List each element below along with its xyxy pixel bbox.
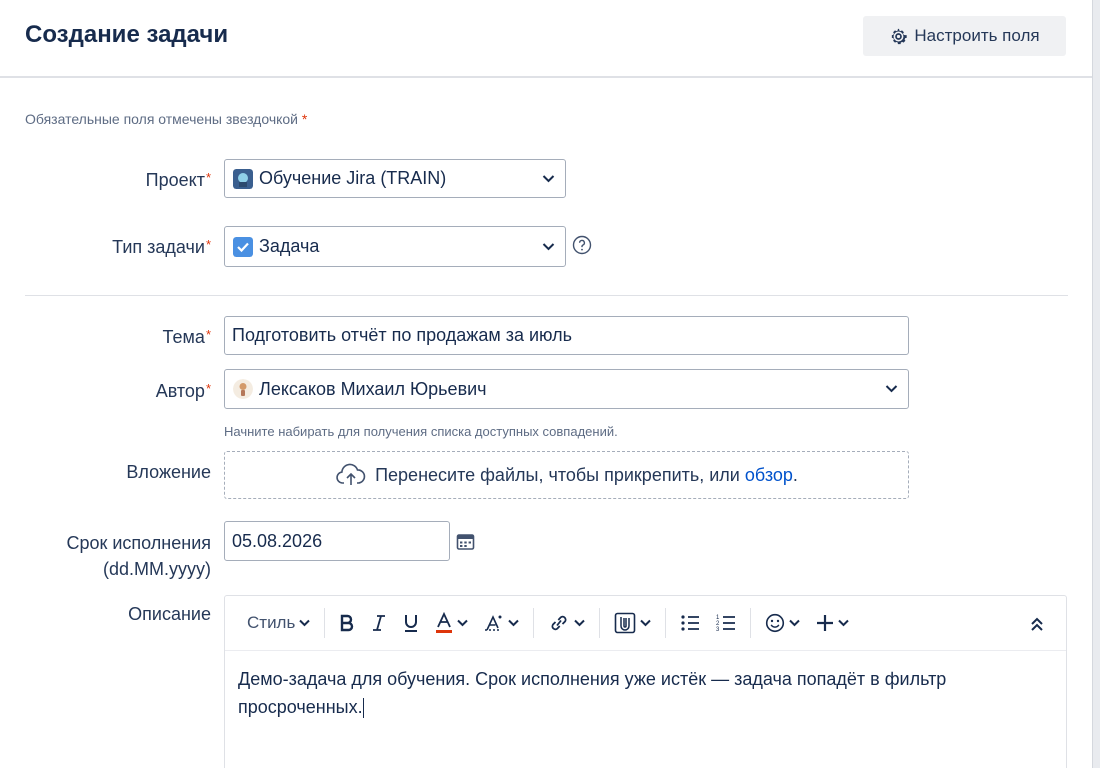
editor-toolbar: Стиль 123 bbox=[225, 596, 1066, 651]
description-label: Описание bbox=[128, 604, 211, 624]
numbered-list-button[interactable]: 123 bbox=[708, 607, 744, 639]
chevron-down-icon bbox=[457, 619, 469, 627]
collapse-toolbar-button[interactable] bbox=[1022, 608, 1052, 640]
description-text-line: просроченных. bbox=[238, 693, 1053, 721]
insert-plus-icon bbox=[817, 615, 834, 631]
due-date-label-line1: Срок исполнения bbox=[66, 533, 211, 553]
chevron-down-icon bbox=[574, 619, 586, 627]
issue-type-label: Тип задачи* bbox=[112, 237, 211, 258]
calendar-icon[interactable] bbox=[456, 532, 475, 551]
due-date-input[interactable]: 05.08.2026 bbox=[224, 521, 450, 561]
configure-fields-label: Настроить поля bbox=[914, 26, 1040, 45]
due-date-label: Срок исполнения (dd.MM.yyyy) bbox=[66, 530, 211, 582]
bold-icon bbox=[341, 614, 354, 632]
bold-button[interactable] bbox=[331, 607, 363, 639]
chevron-down-icon bbox=[640, 619, 652, 627]
italic-icon bbox=[373, 615, 386, 631]
link-icon bbox=[551, 615, 567, 631]
required-star: * bbox=[205, 237, 211, 252]
cloud-upload-icon bbox=[336, 463, 366, 485]
attachment-label: Вложение bbox=[126, 462, 211, 482]
dropzone-instruction: Перенесите файлы, чтобы прикрепить, или bbox=[375, 464, 740, 485]
link-button[interactable] bbox=[540, 607, 593, 639]
more-formatting-button[interactable] bbox=[476, 607, 527, 639]
project-avatar-icon bbox=[233, 168, 253, 189]
required-note-text: Обязательные поля отмечены звездочкой bbox=[25, 111, 299, 127]
underline-icon bbox=[405, 615, 418, 632]
issue-type-label-text: Тип задачи bbox=[112, 237, 205, 257]
project-label-text: Проект bbox=[145, 170, 205, 190]
project-value: Обучение Jira (TRAIN) bbox=[259, 168, 447, 188]
reporter-hint: Начните набирать для получения списка до… bbox=[224, 424, 618, 439]
toolbar-separator bbox=[533, 608, 535, 638]
due-date-format-hint: (dd.MM.yyyy) bbox=[103, 559, 211, 579]
issue-type-value: Задача bbox=[259, 236, 320, 256]
reporter-select[interactable]: Лексаков Михаил Юрьевич bbox=[224, 369, 909, 409]
required-star: * bbox=[205, 170, 211, 185]
reporter-label: Автор* bbox=[156, 381, 211, 402]
toolbar-separator bbox=[665, 608, 667, 638]
summary-label-text: Тема bbox=[162, 327, 205, 347]
insert-more-button[interactable] bbox=[808, 607, 857, 639]
required-star: * bbox=[205, 327, 211, 342]
description-text-end: просроченных. bbox=[238, 697, 363, 717]
text-color-icon bbox=[436, 612, 453, 633]
chevron-down-icon bbox=[508, 619, 520, 627]
italic-button[interactable] bbox=[363, 607, 395, 639]
summary-label: Тема* bbox=[163, 327, 211, 348]
required-star: * bbox=[205, 381, 211, 396]
browse-link[interactable]: обзор bbox=[745, 465, 793, 485]
configure-fields-button[interactable]: Настроить поля bbox=[863, 16, 1066, 56]
project-select[interactable]: Обучение Jira (TRAIN) bbox=[224, 159, 566, 198]
toolbar-separator bbox=[599, 608, 601, 638]
dropzone-text: Перенесите файлы, чтобы прикрепить, или … bbox=[375, 465, 798, 486]
description-text-line: Демо-задача для обучения. Срок исполнени… bbox=[238, 669, 947, 689]
task-checkbox-icon bbox=[233, 236, 253, 257]
text-cursor bbox=[362, 698, 364, 719]
gear-icon bbox=[892, 28, 908, 44]
svg-text:3: 3 bbox=[716, 627, 720, 633]
attachment-dropzone[interactable]: Перенесите файлы, чтобы прикрепить, или … bbox=[224, 451, 909, 499]
dropzone-suffix: . bbox=[792, 464, 798, 485]
description-editor[interactable]: Стиль 123 Демо-задача для обучения. Срок… bbox=[224, 595, 1067, 768]
text-color-button[interactable] bbox=[427, 607, 476, 639]
chevron-down-icon bbox=[542, 174, 555, 182]
issue-type-select[interactable]: Задача bbox=[224, 226, 566, 267]
section-divider bbox=[25, 295, 1068, 296]
emoji-button[interactable] bbox=[757, 607, 808, 639]
dialog-header: Создание задачи Настроить поля bbox=[0, 0, 1092, 78]
emoji-icon bbox=[766, 613, 785, 633]
bullet-list-button[interactable] bbox=[672, 607, 708, 639]
reporter-value: Лексаков Михаил Юрьевич bbox=[259, 378, 487, 399]
summary-input[interactable]: Подготовить отчёт по продажам за июль bbox=[224, 316, 909, 355]
dialog-title: Создание задачи bbox=[25, 21, 229, 48]
numbered-list-icon: 123 bbox=[716, 615, 736, 633]
chevron-down-icon bbox=[838, 619, 850, 627]
style-dropdown[interactable]: Стиль bbox=[239, 607, 318, 639]
chevron-down-icon bbox=[542, 242, 555, 250]
attachment-button[interactable] bbox=[606, 607, 659, 639]
more-formatting-icon bbox=[485, 615, 502, 631]
project-label: Проект* bbox=[146, 170, 211, 191]
required-star: * bbox=[301, 111, 308, 127]
reporter-label-text: Автор bbox=[155, 381, 205, 401]
style-label: Стиль bbox=[247, 613, 296, 632]
toolbar-separator bbox=[750, 608, 752, 638]
description-text-area[interactable]: Демо-задача для обучения. Срок исполнени… bbox=[225, 651, 1066, 735]
collapse-toolbar-icon bbox=[1031, 617, 1043, 631]
bullet-list-icon bbox=[681, 615, 700, 631]
chevron-down-icon bbox=[885, 385, 898, 393]
required-fields-note: Обязательные поля отмечены звездочкой * bbox=[25, 111, 307, 127]
help-circle-icon[interactable] bbox=[572, 235, 592, 255]
user-avatar-icon bbox=[233, 379, 253, 399]
chevron-down-icon bbox=[299, 619, 311, 627]
toolbar-separator bbox=[324, 608, 326, 638]
background-window-edge bbox=[1092, 0, 1100, 768]
chevron-down-icon bbox=[789, 619, 801, 627]
attachment-icon bbox=[615, 612, 636, 634]
underline-button[interactable] bbox=[395, 607, 427, 639]
